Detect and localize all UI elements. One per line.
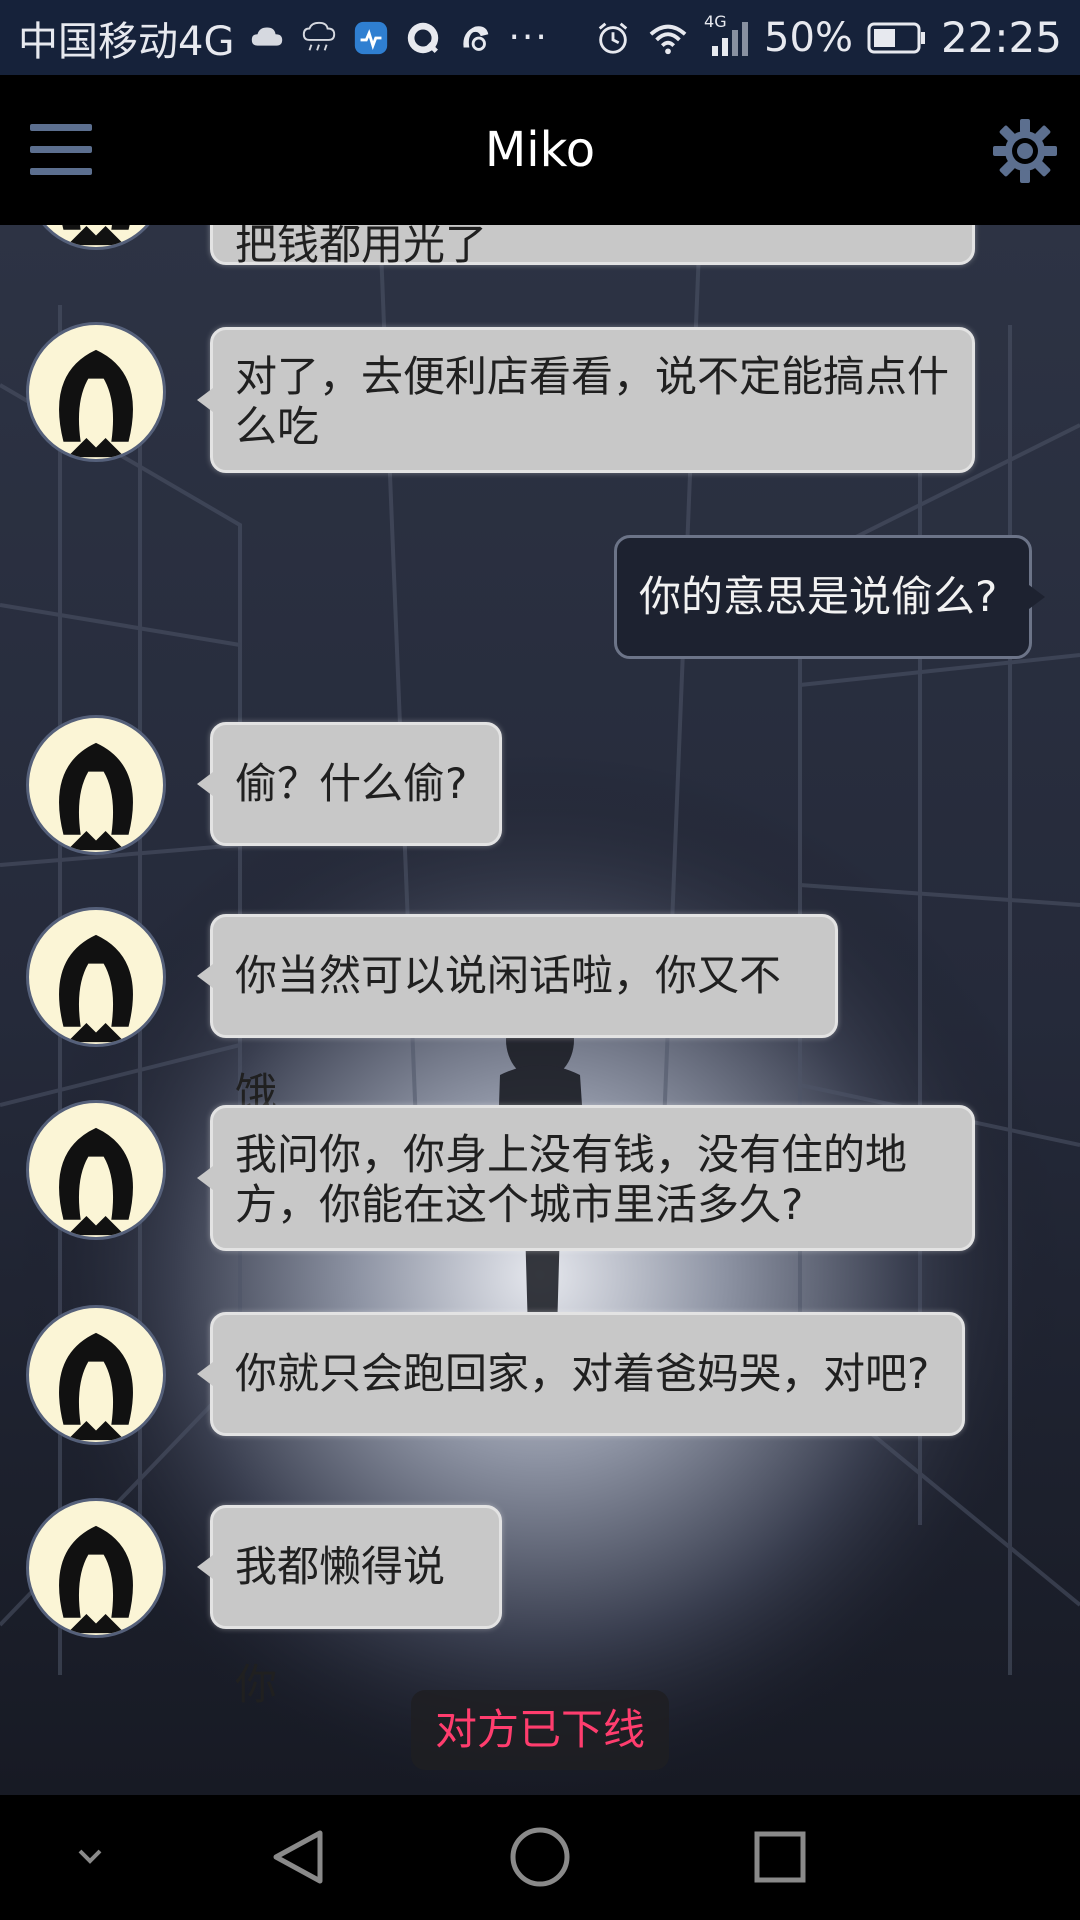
offline-status-badge: 对方已下线 [411,1690,669,1770]
chat-area[interactable]: 把钱都用光了 对了，去便利店看看，说不定能搞点什么吃 你的意思是说偷么? 偷？什… [0,225,1080,1795]
battery-icon [867,22,925,53]
avatar[interactable] [26,1305,166,1445]
carrier-label: 中国移动4G [18,18,235,65]
settings-button[interactable] [992,118,1058,184]
message-bubble-incoming[interactable]: 我都懒得说你 [197,1505,502,1709]
avatar[interactable] [26,1100,166,1240]
hamburger-menu-icon [30,168,92,175]
message-text: 我问你，你身上没有钱，没有住的地方，你能在这个城市里活多久? [235,1130,908,1229]
clock: 22:25 [940,13,1062,62]
hamburger-menu-icon [30,124,92,131]
chat-title: Miko [484,122,596,178]
app-header: Miko [0,75,1080,225]
signal-icon: 4G [704,12,750,58]
recents-icon [754,1831,806,1883]
message-text: 你的意思是说偷么? [639,572,998,621]
message-text: 把钱都用光了 [235,225,488,269]
message-bubble-incoming[interactable]: 对了，去便利店看看，说不定能搞点什么吃 [197,327,975,473]
avatar[interactable] [26,907,166,1047]
system-nav-bar [0,1795,1080,1920]
collapse-icon [78,1849,102,1864]
status-bar: 中国移动4G ··· 4G 50% 22:25 [0,0,1080,75]
message-bubble-incoming[interactable]: 你就只会跑回家，对着爸妈哭，对吧? [197,1312,965,1436]
back-button[interactable] [240,1795,360,1920]
cloud-icon [252,27,283,46]
message-bubble-incoming[interactable]: 我问你，你身上没有钱，没有住的地方，你能在这个城市里活多久? [197,1105,975,1251]
message-bubble-incoming[interactable]: 把钱都用光了 [210,225,975,269]
qq-icon [408,22,439,53]
message-bubble-incoming[interactable]: 偷？什么偷? [197,722,502,846]
message-text: 偷？什么偷? [235,759,468,808]
status-left: 中国移动4G ··· [18,0,549,75]
avatar[interactable] [26,1498,166,1638]
message-text: 你就只会跑回家，对着爸妈哭，对吧? [235,1349,930,1398]
back-icon [273,1830,323,1884]
more-icon: ··· [508,17,549,58]
message-bubble-incoming[interactable]: 你当然可以说闲话啦，你又不饿 [197,914,838,1118]
browser-icon [463,25,489,51]
menu-button[interactable] [30,120,94,180]
health-app-icon [355,21,388,54]
alarm-icon [598,22,628,54]
avatar[interactable] [26,715,166,855]
gear-icon [993,119,1057,183]
wifi-icon [649,24,687,54]
chat-screen: 中国移动4G ··· 4G 50% 22:25 Miko 把钱都用光了 对了，去… [0,0,1080,1920]
message-bubble-outgoing[interactable]: 你的意思是说偷么? [614,535,1045,659]
home-button[interactable] [480,1795,600,1920]
collapse-button[interactable] [30,1795,150,1920]
battery-percent: 50% [764,14,853,61]
hamburger-menu-icon [30,146,92,153]
status-right: 4G 50% 22:25 [594,0,1062,75]
recents-button[interactable] [720,1795,840,1920]
avatar[interactable] [26,322,166,462]
home-icon [510,1827,570,1887]
rain-icon [303,21,336,51]
message-text: 对了，去便利店看看，说不定能搞点什么吃 [235,352,950,451]
